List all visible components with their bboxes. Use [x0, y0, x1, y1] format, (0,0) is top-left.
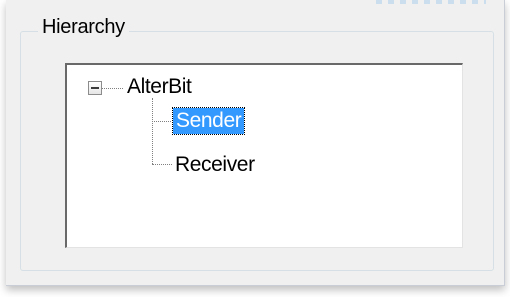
top-edge-decoration [376, 0, 486, 4]
groupbox-title: Hierarchy [38, 16, 129, 39]
tree-connector [152, 121, 171, 122]
collapse-minus-icon[interactable] [88, 81, 102, 95]
hierarchy-tree-view[interactable]: AlterBit Sender Receiver [65, 63, 463, 248]
tree-connector [102, 88, 123, 89]
tree-node-sender[interactable]: Sender [171, 107, 246, 135]
dialog-panel: Hierarchy AlterBit Sender Receiver [6, 0, 505, 286]
tree-connector [152, 164, 172, 165]
tree-node-receiver[interactable]: Receiver [175, 152, 255, 178]
tree-node-alterbit[interactable]: AlterBit [127, 74, 192, 100]
tree-connector [152, 98, 153, 164]
